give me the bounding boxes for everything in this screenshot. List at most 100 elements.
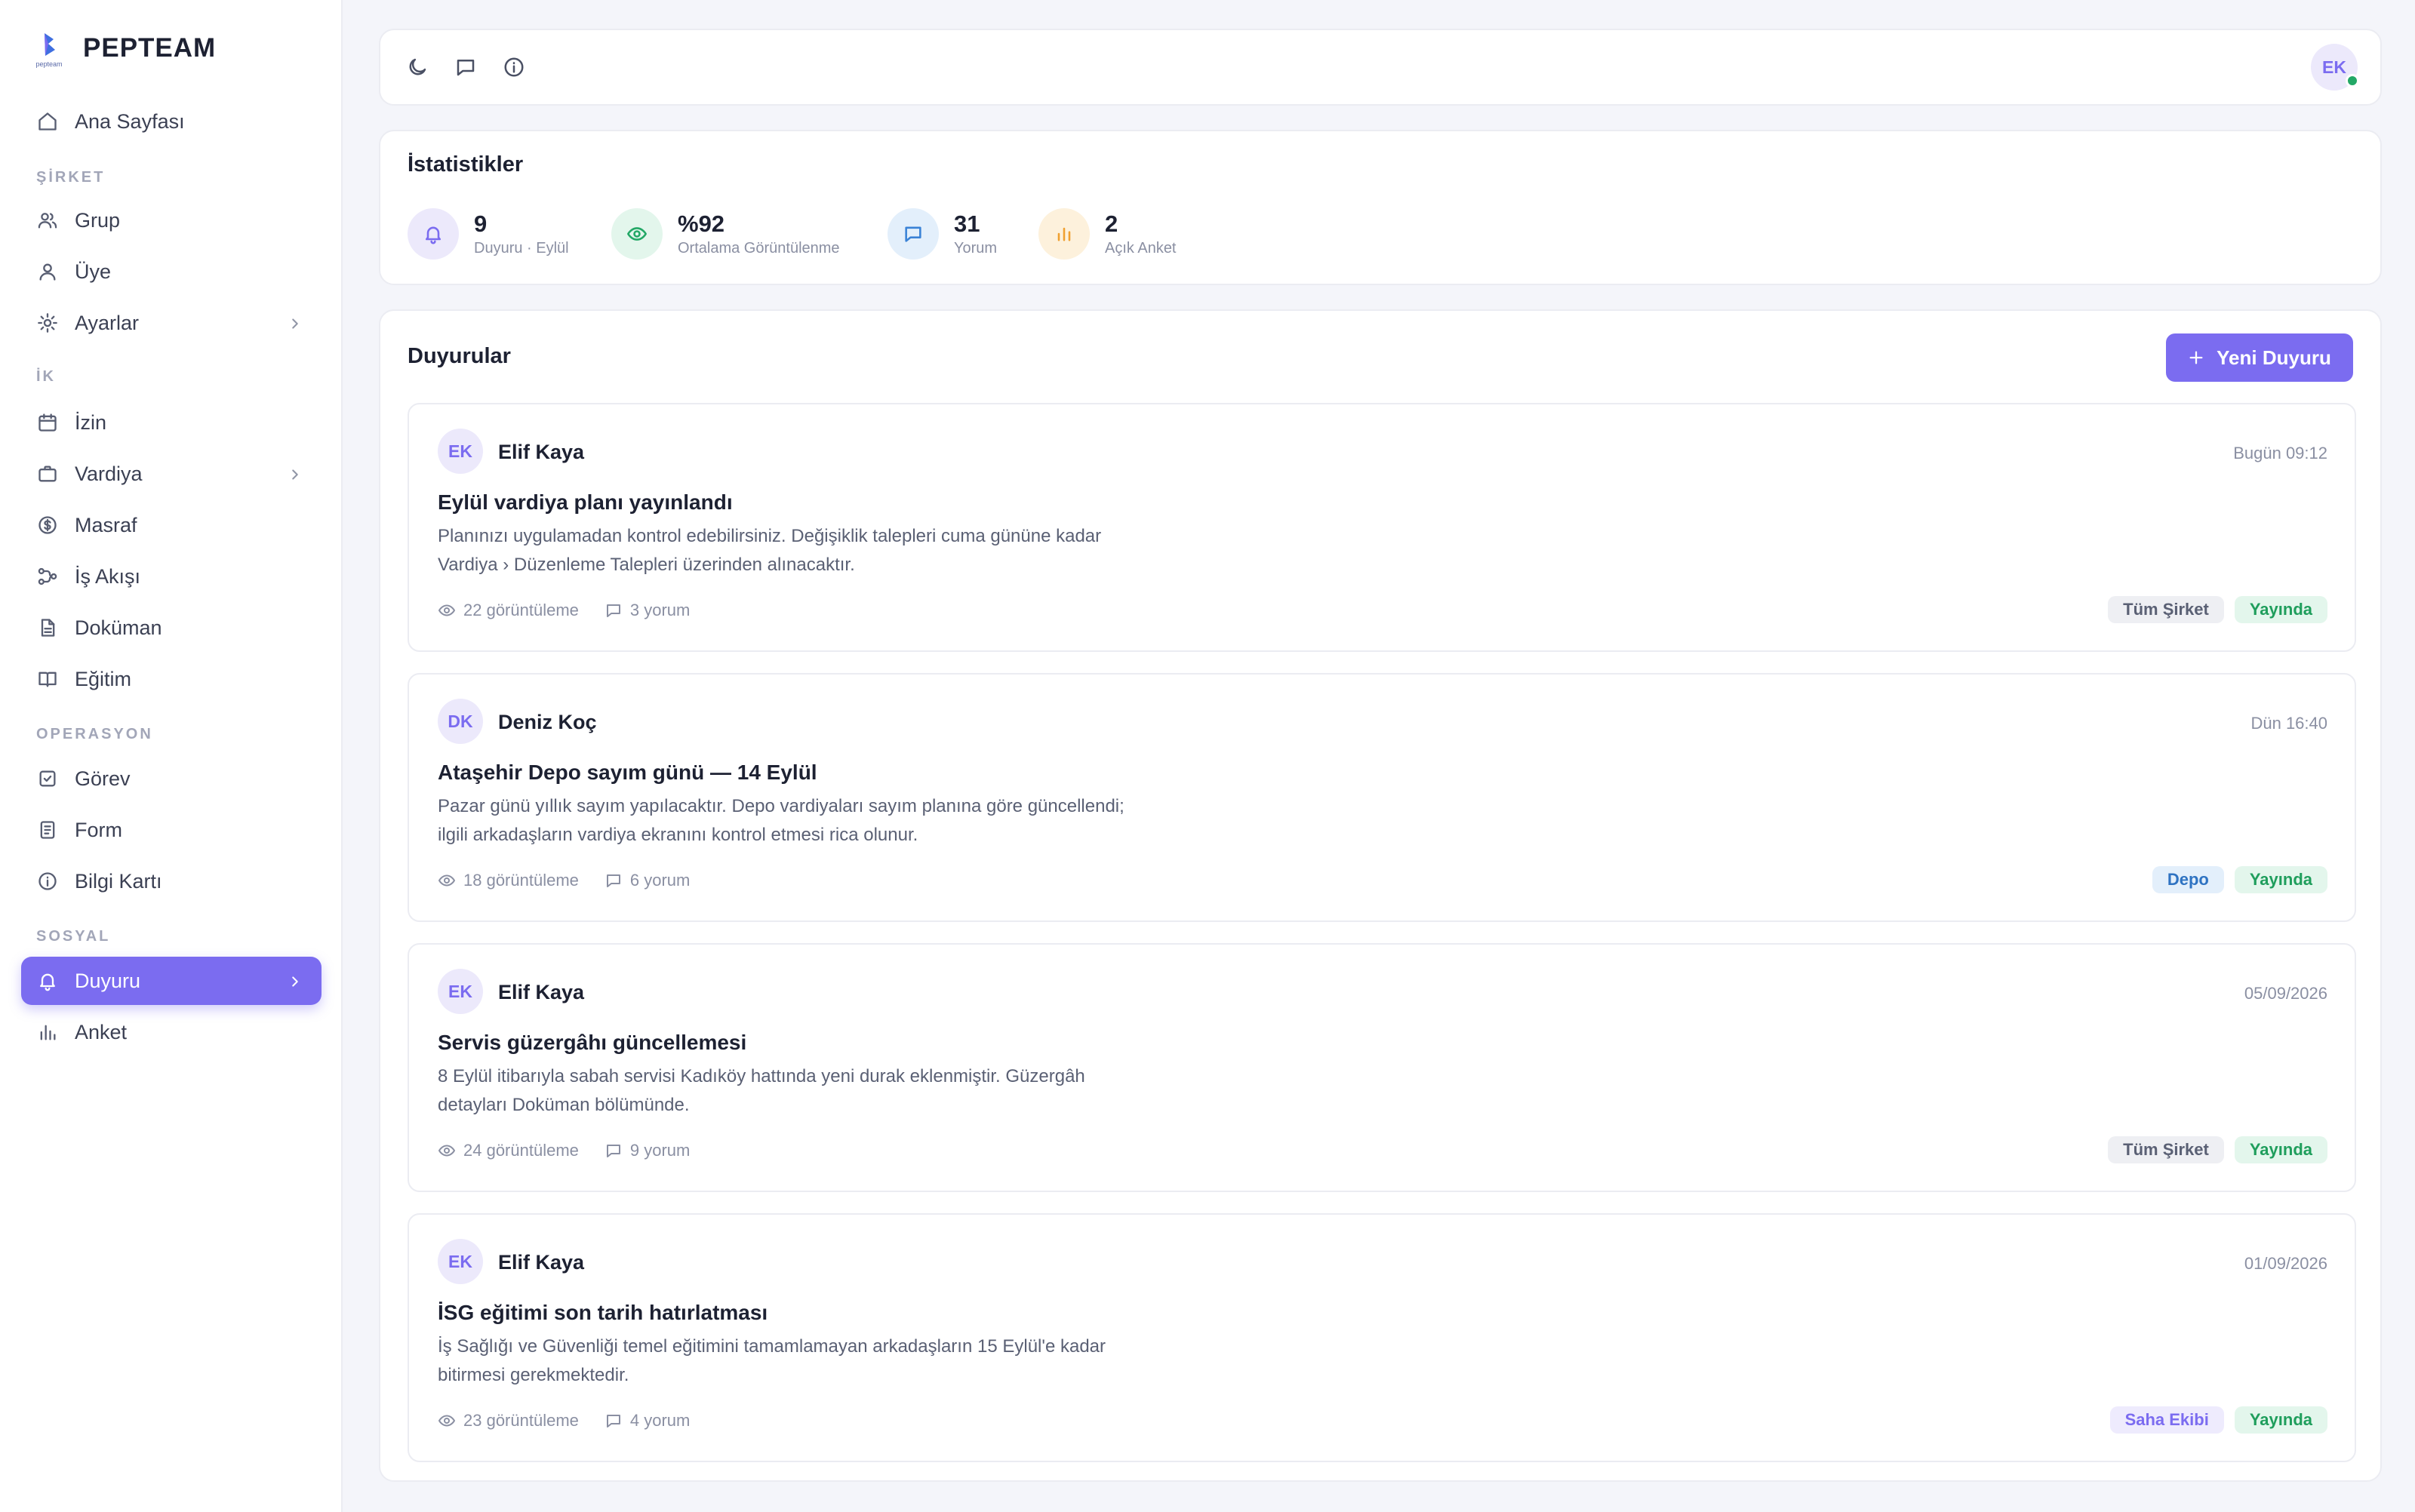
stat-value: 9 — [474, 211, 488, 237]
views-label: 22 görüntüleme — [463, 601, 579, 619]
views-count: 24 görüntüleme — [438, 1141, 579, 1160]
stat-label: Yorum — [954, 240, 998, 257]
post-tags: Tüm Şirket Yayında — [2108, 1136, 2327, 1163]
status-badge: Yayında — [2234, 596, 2327, 623]
post-tags: Depo Yayında — [2152, 866, 2327, 893]
views-label: 23 görüntüleme — [463, 1411, 579, 1430]
post-body-line: ilgili arkadaşların vardiya ekranını kon… — [438, 825, 918, 845]
post-title: Eylül vardiya planı yayınlandı — [438, 490, 733, 514]
sidebar-item-task[interactable]: Görev — [21, 754, 321, 803]
post-body-line: bitirmesi gerekmektedir. — [438, 1365, 629, 1385]
author-avatar: DK — [438, 699, 483, 744]
post-tags: Saha Ekibi Yayında — [2109, 1406, 2327, 1434]
sidebar-item-training[interactable]: Eğitim — [21, 655, 321, 703]
sidebar-item-label: Vardiya — [75, 462, 143, 485]
sidebar-item-shift[interactable]: Vardiya — [21, 450, 321, 498]
task-icon — [37, 768, 58, 789]
brand[interactable]: pepteam PEPTEAM — [30, 29, 216, 68]
post-title: Ataşehir Depo sayım günü — 14 Eylül — [438, 761, 817, 784]
message-icon[interactable] — [454, 56, 477, 78]
bar-chart-icon — [1038, 208, 1090, 260]
message-icon — [888, 208, 939, 260]
stat-value: %92 — [678, 211, 725, 237]
announcement-item[interactable]: EK Elif Kaya 05/09/2026 Servis güzergâhı… — [408, 943, 2356, 1192]
post-body-line: 8 Eylül itibarıyla sabah servisi Kadıköy… — [438, 1066, 1085, 1086]
stat-label: Açık Anket — [1105, 240, 1177, 257]
announcement-item[interactable]: DK Deniz Koç Dün 16:40 Ataşehir Depo say… — [408, 673, 2356, 922]
post-body: 8 Eylül itibarıyla sabah servisi Kadıköy… — [438, 1062, 1192, 1120]
stat-value: 2 — [1105, 211, 1118, 237]
topbar: EK — [379, 29, 2382, 106]
sidebar-item-home[interactable]: Ana Sayfası — [21, 97, 321, 146]
sidebar-item-expense[interactable]: Masraf — [21, 501, 321, 549]
post-body: Pazar günü yıllık sayım yapılacaktır. De… — [438, 792, 1192, 850]
stat-announcements: 9 Duyuru · Eylül — [408, 208, 569, 260]
gear-icon — [37, 312, 58, 333]
sidebar-item-label: Görev — [75, 767, 131, 790]
message-icon — [606, 604, 620, 617]
sidebar-item-member[interactable]: Üye — [21, 247, 321, 296]
post-body-line: İş Sağlığı ve Güvenliği temel eğitimini … — [438, 1336, 1106, 1357]
comments-count[interactable]: 4 yorum — [605, 1411, 690, 1431]
post-date: 05/09/2026 — [2244, 984, 2327, 1003]
briefcase-icon — [37, 463, 58, 484]
comments-count[interactable]: 3 yorum — [605, 601, 690, 620]
calendar-icon — [37, 412, 58, 433]
new-announcement-button[interactable]: Yeni Duyuru — [2166, 333, 2353, 382]
statistics-title: İstatistikler — [408, 152, 524, 177]
user-initials: EK — [2322, 57, 2346, 77]
announcement-item[interactable]: EK Elif Kaya Bugün 09:12 Eylül vardiya p… — [408, 403, 2356, 652]
sidebar-item-form[interactable]: Form — [21, 806, 321, 854]
sidebar-item-group[interactable]: Grup — [21, 196, 321, 244]
bell-icon — [37, 970, 58, 991]
sidebar-item-document[interactable]: Doküman — [21, 604, 321, 652]
info-icon — [37, 871, 58, 892]
post-date: 01/09/2026 — [2244, 1254, 2327, 1273]
users-icon — [37, 210, 58, 231]
comments-count[interactable]: 9 yorum — [605, 1141, 690, 1160]
post-body-line: Pazar günü yıllık sayım yapılacaktır. De… — [438, 796, 1124, 816]
announcement-item[interactable]: EK Elif Kaya 01/09/2026 İSG eğitimi son … — [408, 1213, 2356, 1462]
message-icon — [606, 874, 620, 887]
sidebar-item-settings[interactable]: Ayarlar — [21, 299, 321, 347]
comments-count[interactable]: 6 yorum — [605, 871, 690, 890]
user-avatar[interactable]: EK — [2311, 44, 2359, 91]
sidebar-item-announcement[interactable]: Duyuru — [21, 957, 321, 1005]
message-icon — [606, 1415, 620, 1427]
post-title: Servis güzergâhı güncellemesi — [438, 1031, 747, 1054]
svg-text:pepteam: pepteam — [35, 60, 62, 68]
post-date: Bugün 09:12 — [2233, 444, 2327, 463]
sidebar-item-label: Form — [75, 818, 122, 841]
sidebar-item-leave[interactable]: İzin — [21, 398, 321, 447]
author-name: Deniz Koç — [498, 711, 597, 733]
moon-icon[interactable] — [406, 56, 429, 78]
stat-value: 31 — [954, 211, 980, 237]
dollar-icon — [37, 515, 58, 536]
info-icon[interactable] — [503, 56, 525, 78]
stat-open-surveys: 2 Açık Anket — [1038, 208, 1177, 260]
audience-badge: Tüm Şirket — [2108, 596, 2224, 623]
views-label: 18 görüntüleme — [463, 871, 579, 890]
comments-label: 9 yorum — [629, 1141, 691, 1160]
audience-badge: Saha Ekibi — [2109, 1406, 2224, 1434]
sidebar-item-info-card[interactable]: Bilgi Kartı — [21, 857, 321, 905]
comments-label: 4 yorum — [629, 1411, 691, 1430]
author-name: Elif Kaya — [498, 981, 585, 1003]
views-count: 18 görüntüleme — [438, 871, 579, 890]
pepteam-logo: pepteam — [30, 29, 68, 68]
eye-icon — [611, 208, 663, 260]
post-date: Dün 16:40 — [2250, 714, 2327, 733]
sidebar-item-workflow[interactable]: İş Akışı — [21, 552, 321, 601]
author-name: Elif Kaya — [498, 441, 585, 463]
stat-label: Ortalama Görüntülenme — [678, 240, 840, 257]
sidebar-item-label: Ana Sayfası — [75, 109, 185, 133]
post-meta: 24 görüntüleme 9 yorum — [438, 1141, 690, 1160]
app-name: PEPTEAM — [83, 33, 217, 63]
topbar-actions — [406, 56, 525, 78]
views-count: 23 görüntüleme — [438, 1411, 579, 1431]
new-announcement-label: Yeni Duyuru — [2217, 346, 2331, 369]
document-icon — [37, 617, 58, 638]
sidebar-item-label: Bilgi Kartı — [75, 869, 162, 893]
audience-badge: Tüm Şirket — [2108, 1136, 2224, 1163]
sidebar-item-survey[interactable]: Anket — [21, 1008, 321, 1056]
